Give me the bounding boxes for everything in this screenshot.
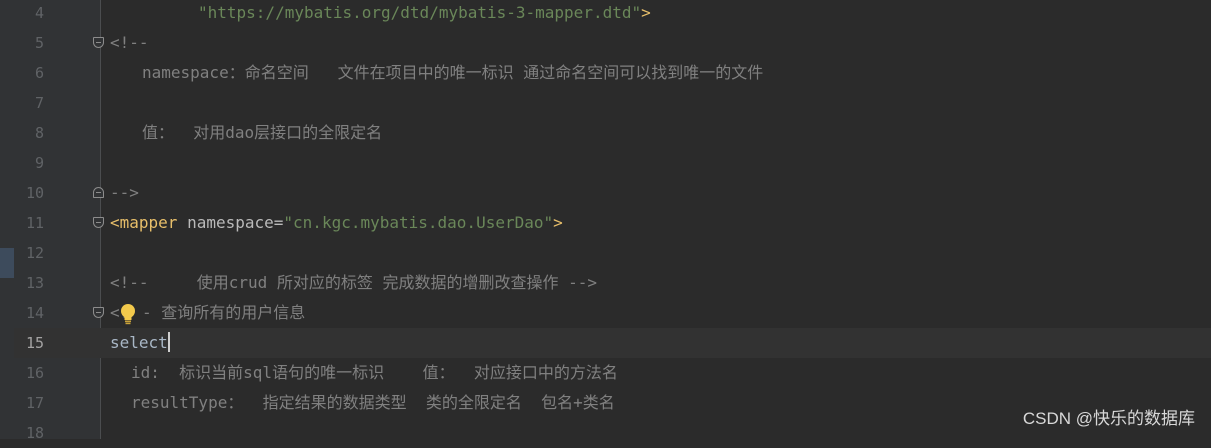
code-line-16[interactable]: 16 id: 标识当前sql语句的唯一标识 值： 对应接口中的方法名 xyxy=(0,358,1211,388)
line-number-current: 15 xyxy=(25,334,44,352)
line-number: 8 xyxy=(34,124,44,142)
text-caret xyxy=(167,332,170,352)
typed-text: select xyxy=(110,333,168,352)
code-editor[interactable]: 4 "https://mybatis.org/dtd/mybatis-3-map… xyxy=(0,0,1211,442)
comment-close: --> xyxy=(110,183,139,202)
line-number: 14 xyxy=(25,304,44,322)
code-line-6[interactable]: 6 namespace：命名空间 文件在项目中的唯一标识 通过命名空间可以找到唯… xyxy=(0,58,1211,88)
line-number: 4 xyxy=(34,4,44,22)
line-number: 10 xyxy=(25,184,44,202)
tag-close: > xyxy=(553,213,563,232)
code-line-15[interactable]: 15 select xyxy=(0,328,1211,358)
comment-text: <!-- 使用crud 所对应的标签 完成数据的增删改查操作 --> xyxy=(110,273,598,292)
fold-marker-icon[interactable] xyxy=(93,37,104,48)
line-number: 7 xyxy=(34,94,44,112)
comment-text: 值： 对用dao层接口的全限定名 xyxy=(142,123,383,142)
comment-open: <!-- xyxy=(110,33,149,52)
line-number: 11 xyxy=(25,214,44,232)
mapper-tag: <mapper xyxy=(110,213,178,232)
namespace-attribute: namespace xyxy=(177,213,274,232)
code-line-7[interactable]: 7 xyxy=(0,88,1211,118)
comment-text: namespace：命名空间 文件在项目中的唯一标识 通过命名空间可以找到唯一的… xyxy=(142,63,764,82)
code-line-11[interactable]: 11 <mapper namespace="cn.kgc.mybatis.dao… xyxy=(0,208,1211,238)
line-number: 12 xyxy=(25,244,44,262)
line-number: 17 xyxy=(25,394,44,412)
line-text: <mapper namespace="cn.kgc.mybatis.dao.Us… xyxy=(110,208,563,238)
fold-marker-icon[interactable] xyxy=(93,187,104,198)
comment-text: resultType： 指定结果的数据类型 类的全限定名 包名+类名 xyxy=(131,393,615,412)
code-line-14[interactable]: 14 <! - 查询所有的用户信息 xyxy=(0,298,1211,328)
doctype-url-string: "https://mybatis.org/dtd/mybatis-3-mappe… xyxy=(198,3,642,22)
comment-text: id: 标识当前sql语句的唯一标识 值： 对应接口中的方法名 xyxy=(131,363,618,382)
fold-marker-icon[interactable] xyxy=(93,217,104,228)
line-number: 16 xyxy=(25,364,44,382)
comment-text: - 查询所有的用户信息 xyxy=(142,303,306,322)
line-number: 18 xyxy=(25,424,44,442)
code-line-13[interactable]: 13 <!-- 使用crud 所对应的标签 完成数据的增删改查操作 --> xyxy=(0,268,1211,298)
code-line-4[interactable]: 4 "https://mybatis.org/dtd/mybatis-3-map… xyxy=(0,0,1211,28)
code-line-5[interactable]: 5 <!-- xyxy=(0,28,1211,58)
line-number: 13 xyxy=(25,274,44,292)
line-number: 9 xyxy=(34,154,44,172)
code-line-12[interactable]: 12 xyxy=(0,238,1211,268)
code-line-8[interactable]: 8 值： 对用dao层接口的全限定名 xyxy=(0,118,1211,148)
code-line-10[interactable]: 10 --> xyxy=(0,178,1211,208)
line-text: select xyxy=(110,328,170,358)
tag-close: > xyxy=(641,3,651,22)
line-text: "https://mybatis.org/dtd/mybatis-3-mappe… xyxy=(198,0,651,28)
csdn-watermark: CSDN @快乐的数据库 xyxy=(1022,409,1195,428)
code-line-9[interactable]: 9 xyxy=(0,148,1211,178)
lightbulb-icon[interactable] xyxy=(120,303,136,325)
namespace-value: "cn.kgc.mybatis.dao.UserDao" xyxy=(283,213,554,232)
line-number: 6 xyxy=(34,64,44,82)
fold-marker-icon[interactable] xyxy=(93,307,104,318)
equals-sign: = xyxy=(273,213,284,232)
line-number: 5 xyxy=(34,34,44,52)
